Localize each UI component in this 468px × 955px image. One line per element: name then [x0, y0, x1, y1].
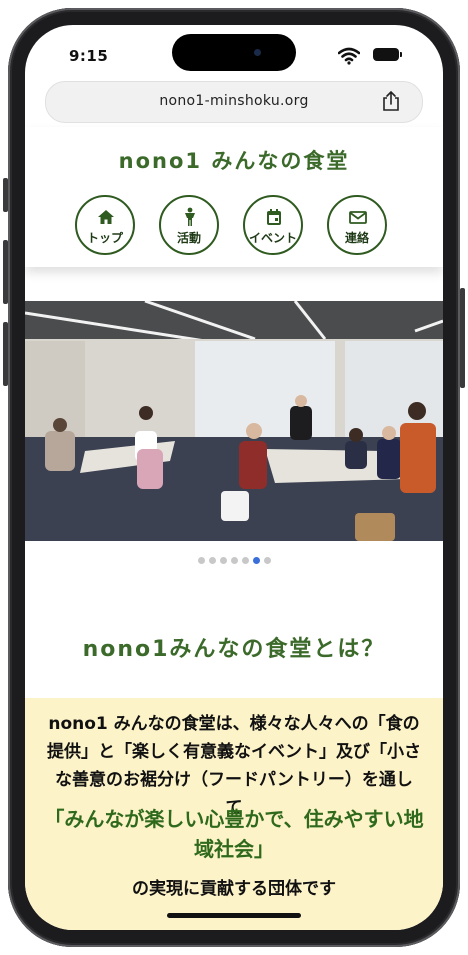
address-bar[interactable]: nono1-minshoku.org — [45, 81, 423, 123]
about-heading: nono1みんなの食堂とは？ — [82, 637, 386, 662]
home-icon — [98, 210, 114, 224]
volume-up-button — [3, 240, 8, 304]
carousel-dot[interactable] — [230, 557, 238, 564]
battery-icon — [373, 48, 402, 61]
hero-photo[interactable] — [25, 301, 443, 541]
volume-down-button — [3, 322, 8, 386]
action-button — [3, 178, 8, 212]
home-indicator[interactable] — [167, 913, 301, 918]
carousel-dot[interactable] — [263, 557, 271, 564]
nav-item-contact[interactable]: 連絡 — [327, 195, 387, 255]
about-highlight: 「みんなが楽しい心豊かで、住みやすい地域社会」 — [44, 807, 424, 861]
about-tail: の実現に貢献する団体です — [132, 879, 336, 899]
nav-label: イベント — [248, 231, 297, 245]
dynamic-island — [172, 34, 296, 71]
main-nav: トップ 活動 イベント 連絡 — [75, 195, 395, 259]
nav-item-activity[interactable]: 活動 — [159, 195, 219, 255]
carousel-dot[interactable] — [208, 557, 216, 564]
nav-label: トップ — [86, 231, 123, 245]
screen: 9:15 nono1-minshoku.org nono1 みんなの食堂 トップ — [25, 25, 443, 930]
power-button — [460, 288, 465, 388]
carousel-dot[interactable] — [219, 557, 227, 564]
nav-label: 活動 — [176, 231, 201, 245]
share-icon[interactable] — [380, 90, 402, 112]
camera-icon — [254, 49, 261, 56]
site-title[interactable]: nono1 みんなの食堂 — [25, 145, 443, 175]
status-time: 9:15 — [69, 47, 109, 65]
site-header: nono1 みんなの食堂 トップ 活動 イベント 連絡 — [25, 127, 443, 267]
person-icon — [185, 207, 195, 226]
wifi-icon — [338, 47, 360, 65]
status-bar: 9:15 — [25, 25, 443, 83]
carousel-dots — [25, 549, 443, 564]
carousel-dot-active[interactable] — [252, 557, 260, 564]
nav-item-top[interactable]: トップ — [75, 195, 135, 255]
url-text: nono1-minshoku.org — [159, 93, 309, 109]
carousel-dot[interactable] — [241, 557, 249, 564]
cafeteria-photo — [25, 301, 443, 541]
nav-item-events[interactable]: イベント — [243, 195, 303, 255]
carousel-dot[interactable] — [197, 557, 205, 564]
calendar-icon — [267, 209, 281, 225]
about-section: nono1 みんなの食堂は、様々な人々への「食の提供」と「楽しく有意義なイベント… — [25, 698, 443, 930]
mail-icon — [349, 211, 367, 224]
nav-label: 連絡 — [344, 231, 369, 245]
